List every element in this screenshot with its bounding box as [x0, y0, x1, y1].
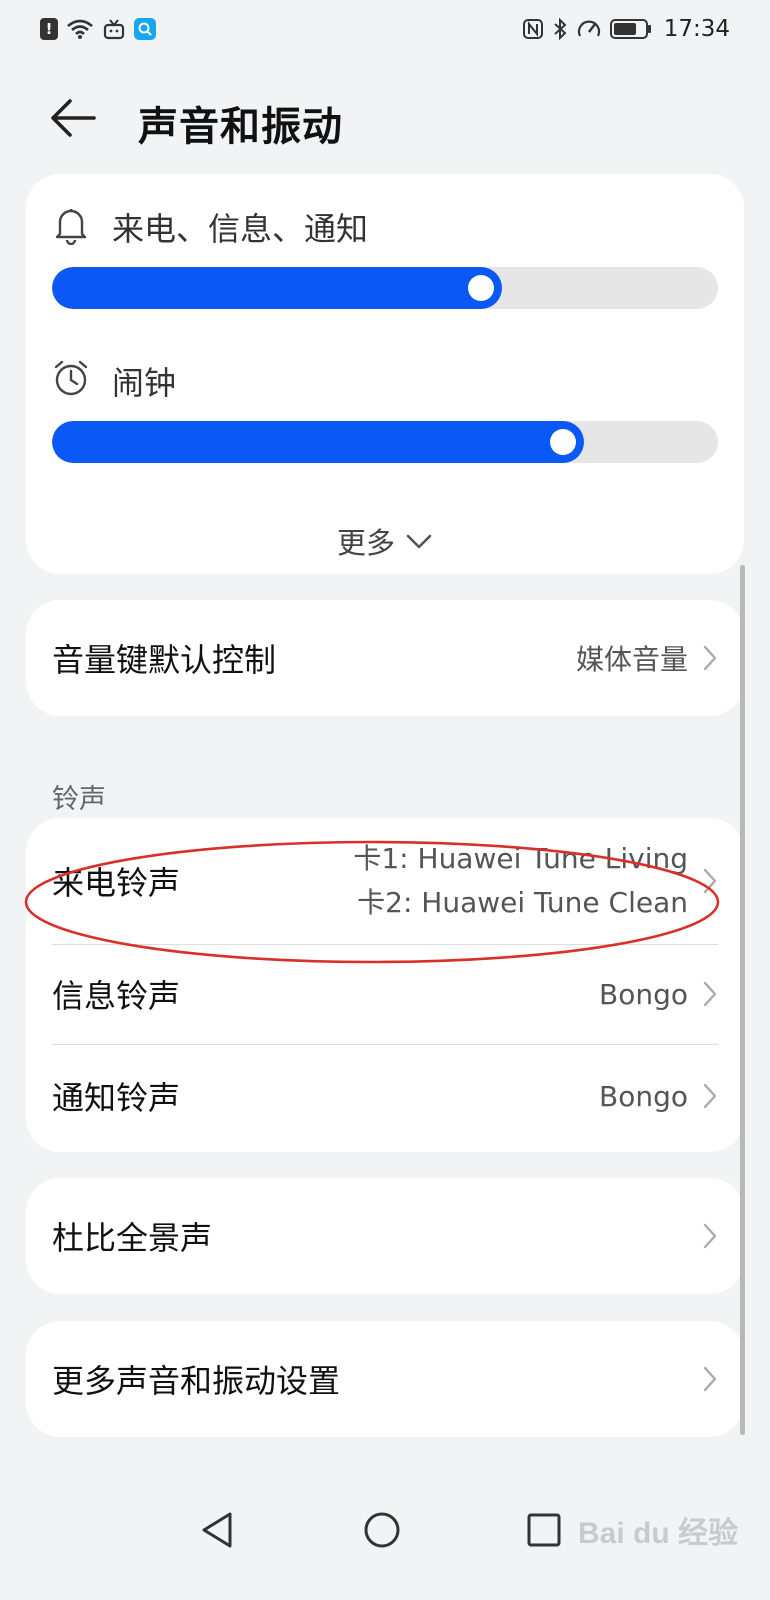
message-ringtone-title: 信息铃声: [52, 977, 181, 1015]
dolby-row[interactable]: 杜比全景声: [52, 1178, 718, 1294]
chevron-right-icon: [702, 867, 718, 895]
ringtone-section-label: 铃声: [52, 784, 106, 815]
incoming-ringtone-right: 卡1: Huawei Tune Living 卡2: Huawei Tune C…: [353, 837, 718, 925]
page-header: 声音和振动: [0, 80, 770, 160]
chevron-right-icon: [702, 1222, 718, 1250]
incoming-ringtone-values: 卡1: Huawei Tune Living 卡2: Huawei Tune C…: [353, 837, 688, 925]
recents-square-icon[interactable]: [524, 1510, 564, 1554]
volume-key-title: 音量键默认控制: [52, 641, 277, 679]
home-circle-icon[interactable]: [362, 1510, 402, 1554]
chevron-right-icon: [702, 644, 718, 672]
more-settings-card[interactable]: 更多声音和振动设置: [26, 1321, 744, 1437]
status-right-icons: 17:34: [522, 16, 730, 42]
volume-card: 来电、信息、通知 闹钟: [26, 174, 744, 574]
message-ringtone-value: Bongo: [599, 977, 688, 1011]
speed-icon: [576, 18, 602, 40]
alarm-volume-fill: [52, 421, 584, 463]
tv-icon: [102, 18, 126, 40]
alarm-clock-icon: [52, 359, 90, 403]
notification-ringtone-title: 通知铃声: [52, 1079, 181, 1117]
incoming-ringtone-title: 来电铃声: [52, 864, 181, 902]
volume-key-row[interactable]: 音量键默认控制 媒体音量: [52, 600, 718, 716]
wifi-icon: [66, 18, 94, 40]
ring-volume-knob[interactable]: [468, 275, 494, 301]
sim1-ringtone-value: 卡1: Huawei Tune Living: [353, 842, 688, 875]
more-settings-row[interactable]: 更多声音和振动设置: [52, 1321, 718, 1437]
chevron-down-icon: [405, 524, 433, 558]
search-app-icon: [134, 18, 156, 40]
ring-volume-label: 来电、信息、通知: [112, 210, 369, 248]
back-triangle-icon[interactable]: [198, 1510, 238, 1554]
status-time: 17:34: [663, 16, 730, 42]
notification-ringtone-row[interactable]: 通知铃声 Bongo: [52, 1044, 718, 1148]
bluetooth-icon: [552, 17, 568, 41]
volume-key-right: 媒体音量: [576, 638, 718, 678]
alarm-volume-label: 闹钟: [112, 364, 177, 402]
back-arrow-icon: [50, 98, 96, 142]
message-ringtone-right: Bongo: [599, 978, 718, 1011]
page-title: 声音和振动: [138, 104, 343, 150]
chevron-right-icon: [702, 1365, 718, 1393]
nfc-icon: [522, 18, 544, 40]
ring-volume-label-row: 来电、信息、通知: [52, 204, 368, 250]
alarm-volume-slider[interactable]: [52, 421, 718, 463]
more-label: 更多: [336, 526, 395, 560]
battery-icon: [609, 18, 652, 40]
notification-ringtone-value: Bongo: [599, 1079, 688, 1113]
message-ringtone-row[interactable]: 信息铃声 Bongo: [52, 944, 718, 1044]
dolby-card[interactable]: 杜比全景声: [26, 1178, 744, 1294]
dolby-title: 杜比全景声: [52, 1219, 213, 1257]
status-left-icons: !: [40, 18, 156, 40]
volume-key-card[interactable]: 音量键默认控制 媒体音量: [26, 600, 744, 716]
status-bar: ! 17:34: [0, 0, 770, 58]
incoming-ringtone-row[interactable]: 来电铃声 卡1: Huawei Tune Living 卡2: Huawei T…: [52, 818, 718, 944]
alarm-volume-label-row: 闹钟: [52, 358, 176, 404]
more-volume-toggle[interactable]: 更多: [0, 520, 770, 562]
chevron-right-icon: [702, 1082, 718, 1110]
scrollbar[interactable]: [740, 565, 745, 1435]
ring-volume-fill: [52, 267, 502, 309]
chevron-right-icon: [702, 980, 718, 1008]
alarm-volume-knob[interactable]: [550, 429, 576, 455]
bell-icon: [52, 205, 90, 249]
more-settings-title: 更多声音和振动设置: [52, 1362, 341, 1400]
ringtone-card: 来电铃声 卡1: Huawei Tune Living 卡2: Huawei T…: [26, 818, 744, 1152]
notification-ringtone-right: Bongo: [599, 1080, 718, 1113]
watermark: Bai du 经验: [578, 1517, 739, 1550]
sim2-ringtone-value: 卡2: Huawei Tune Clean: [357, 886, 688, 919]
ring-volume-slider[interactable]: [52, 267, 718, 309]
volume-key-value: 媒体音量: [575, 643, 688, 676]
alert-icon: !: [40, 18, 58, 40]
back-button[interactable]: [50, 96, 106, 144]
